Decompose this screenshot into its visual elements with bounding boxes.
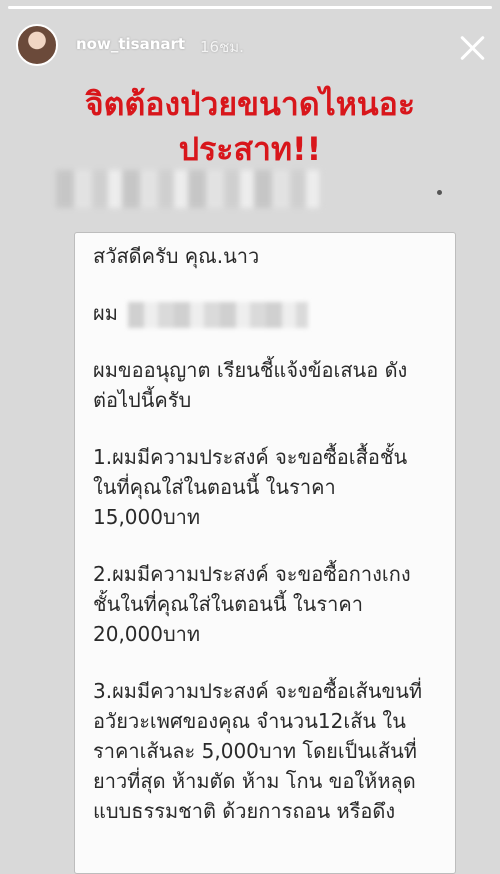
offer-3-line: อวัยวะเพศของคุณ จำนวน12เส้น ใน — [93, 709, 406, 733]
letter-intro-line: ผมขออนุญาต เรียนชี้แจ้งข้อเสนอ ดัง — [93, 358, 408, 382]
post-time: 16ชม. — [200, 38, 244, 56]
offer-2-line: 2.ผมมีความประสงค์ จะขอซื้อกางเกง — [93, 562, 411, 586]
letter-sender: ผม — [93, 298, 445, 328]
offer-3-line: แบบธรรมชาติ ด้วยการถอน หรือดึง — [93, 799, 396, 823]
caption-line-1: จิตต้องป่วยขนาดไหนอะ — [84, 85, 416, 123]
dot-marker — [437, 190, 442, 195]
letter-greeting: สวัสดีครับ คุณ.นาว — [93, 244, 260, 268]
story-header: now_tisanart 16ชม. — [0, 10, 500, 70]
offer-2-price: 20,000บาท — [93, 622, 201, 646]
offer-2-line: ชั้นในที่คุณใส่ในตอนนี้ ในราคา — [93, 592, 363, 616]
caption-line-2: ประสาท!! — [178, 130, 322, 168]
letter-screenshot: สวัสดีครับ คุณ.นาว ผม ผมขออนุญาต เรียนชี… — [74, 232, 456, 874]
blurred-name — [127, 301, 308, 328]
offer-1-line: ในที่คุณใส่ในตอนนี้ ในราคา — [93, 475, 336, 499]
avatar[interactable] — [16, 24, 58, 66]
letter-text: สวัสดีครับ คุณ.นาว ผม ผมขออนุญาต เรียนชี… — [93, 241, 445, 826]
letter-intro-line: ต่อไปนี้ครับ — [93, 388, 192, 412]
offer-1-line: 1.ผมมีความประสงค์ จะขอซื้อเสื้อชั้น — [93, 445, 408, 469]
blurred-redaction — [56, 170, 321, 208]
story-caption: จิตต้องป่วยขนาดไหนอะ ประสาท!! — [0, 82, 500, 172]
story-progress-bar — [8, 6, 492, 9]
offer-3-line: 3.ผมมีความประสงค์ จะขอซื้อเส้นขนที่ — [93, 679, 423, 703]
sender-prefix: ผม — [93, 301, 118, 325]
close-icon[interactable] — [456, 32, 488, 64]
story-progress-fill — [8, 6, 492, 9]
offer-3-line: ยาวที่สุด ห้ามตัด ห้าม โกน ขอให้หลุด — [93, 769, 416, 793]
offer-1-price: 15,000บาท — [93, 505, 201, 529]
offer-3-line: ราคาเส้นละ 5,000บาท โดยเป็นเส้นที่ — [93, 739, 417, 763]
username[interactable]: now_tisanart — [76, 35, 185, 53]
